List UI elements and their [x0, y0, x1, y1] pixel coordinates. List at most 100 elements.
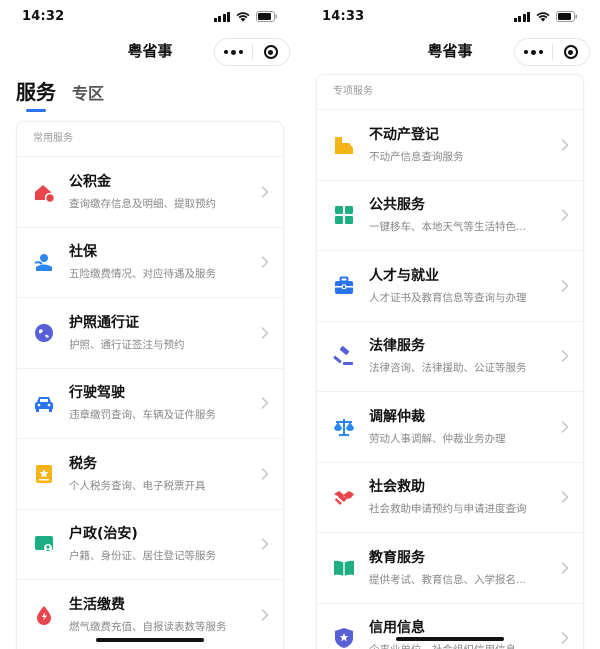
- item-text: 生活缴费燃气缴费充值、自报读表数等服务: [69, 594, 253, 636]
- status-icons: [213, 11, 279, 22]
- list-item[interactable]: 教育服务提供考试、教育信息、入学报名...: [317, 533, 583, 604]
- social-security-icon: [33, 251, 55, 273]
- list-item[interactable]: 行驶驾驶违章缴罚查询、车辆及证件服务: [17, 369, 283, 439]
- item-text: 户政(治安) 户籍、身份证、居住登记等服务: [69, 523, 253, 565]
- list-item[interactable]: 护照通行证 护照、通行证签注与预约: [17, 298, 283, 369]
- item-subtitle: 不动产信息查询服务: [369, 150, 464, 163]
- item-subtitle: 查询缴存信息及明细、提取预约: [69, 197, 216, 210]
- chevron-right-icon: [561, 209, 569, 221]
- list-item[interactable]: 社会救助社会救助申请预约与申请进度查询: [317, 463, 583, 533]
- utility-payment-icon: [33, 604, 55, 626]
- globe-icon: [33, 322, 55, 344]
- chevron-right-icon: [261, 397, 269, 409]
- tab-bar: 服务 专区: [16, 76, 104, 112]
- item-text: 人才与就业 人才证书及教育信息等查询与办理: [369, 265, 553, 307]
- list-item[interactable]: 法律服务 法律咨询、法律援助、公证等服务: [317, 322, 583, 392]
- item-title: 不动产登记: [369, 126, 439, 143]
- item-title: 公积金: [69, 173, 111, 190]
- battery-icon: [256, 11, 278, 22]
- item-title: 生活缴费: [69, 596, 125, 613]
- item-title: 护照通行证: [69, 314, 139, 331]
- item-title: 法律服务: [369, 338, 425, 355]
- item-title: 调解仲裁: [369, 408, 425, 425]
- tax-icon: [33, 463, 55, 485]
- chevron-right-icon: [561, 632, 569, 644]
- item-text: 法律服务 法律咨询、法律援助、公证等服务: [369, 335, 553, 377]
- item-text: 教育服务提供考试、教育信息、入学报名...: [369, 547, 553, 589]
- close-mini-program-icon[interactable]: [252, 45, 289, 59]
- book-icon: [333, 557, 355, 579]
- card-header: 常用服务: [17, 122, 283, 157]
- special-services-card: 专项服务 不动产登记不动产信息查询服务公共服务一键移车、本地天气等生活特色...…: [316, 74, 584, 649]
- car-icon: [33, 392, 55, 414]
- item-subtitle: 违章缴罚查询、车辆及证件服务: [69, 409, 216, 422]
- chevron-right-icon: [261, 256, 269, 268]
- item-text: 调解仲裁 劳动人事调解、仲裁业务办理: [369, 406, 553, 448]
- list-item[interactable]: 公积金查询缴存信息及明细、提取预约: [17, 157, 283, 228]
- card-header: 专项服务: [317, 75, 583, 110]
- chevron-right-icon: [561, 350, 569, 362]
- list-item[interactable]: 公共服务一键移车、本地天气等生活特色...: [317, 181, 583, 251]
- item-subtitle: 社会救助申请预约与申请进度查询: [369, 503, 527, 516]
- item-text: 税务个人税务查询、电子税票开具: [69, 453, 253, 495]
- item-title: 行驶驾驶: [69, 385, 125, 402]
- item-subtitle: 个人税务查询、电子税票开具: [69, 479, 206, 492]
- list-item[interactable]: 信用信息企事业单位、社会组织信用信息...: [317, 604, 583, 649]
- chevron-right-icon: [261, 538, 269, 550]
- list-item[interactable]: 调解仲裁 劳动人事调解、仲裁业务办理: [317, 392, 583, 463]
- tab-special-zone[interactable]: 专区: [72, 80, 104, 105]
- household-icon: [33, 533, 55, 555]
- item-text: 护照通行证 护照、通行证签注与预约: [69, 312, 253, 354]
- status-time: 14:32: [22, 9, 65, 24]
- nav-bar: 粤省事: [300, 36, 600, 66]
- handshake-icon: [333, 486, 355, 508]
- battery-icon: [556, 11, 578, 22]
- item-title: 社会救助: [369, 479, 425, 496]
- list-item[interactable]: 不动产登记不动产信息查询服务: [317, 110, 583, 181]
- item-title: 教育服务: [369, 549, 425, 566]
- close-mini-program-icon[interactable]: [552, 45, 589, 59]
- item-subtitle: 人才证书及教育信息等查询与办理: [369, 291, 527, 304]
- chevron-right-icon: [561, 280, 569, 292]
- real-estate-icon: [333, 134, 355, 156]
- grid-icon: [333, 204, 355, 226]
- chevron-right-icon: [261, 327, 269, 339]
- wifi-icon: [236, 11, 250, 22]
- item-subtitle: 一键移车、本地天气等生活特色...: [369, 221, 527, 234]
- chevron-right-icon: [561, 562, 569, 574]
- tab-services[interactable]: 服务: [16, 76, 56, 112]
- scales-icon: [333, 416, 355, 438]
- right-screen: 14:33 粤省事 专项服务 不动产登记不动产信息查询服务公共服务一键移车、本地…: [300, 0, 600, 649]
- home-indicator: [396, 637, 504, 641]
- home-indicator: [96, 638, 204, 642]
- item-title: 公共服务: [369, 197, 425, 214]
- item-subtitle: 企事业单位、社会组织信用信息...: [369, 641, 553, 649]
- list-item[interactable]: 人才与就业 人才证书及教育信息等查询与办理: [317, 251, 583, 322]
- item-text: 公共服务一键移车、本地天气等生活特色...: [369, 194, 553, 236]
- list-item[interactable]: 户政(治安) 户籍、身份证、居住登记等服务: [17, 510, 283, 580]
- item-text: 行驶驾驶违章缴罚查询、车辆及证件服务: [69, 382, 253, 424]
- house-fund-icon: [33, 181, 55, 203]
- wifi-icon: [536, 11, 550, 22]
- list-item[interactable]: 税务个人税务查询、电子税票开具: [17, 439, 283, 510]
- mini-program-capsule: [514, 38, 590, 66]
- signal-icon: [213, 11, 230, 22]
- briefcase-icon: [333, 275, 355, 297]
- list-item[interactable]: 社保 五险缴费情况、对应待遇及服务: [17, 228, 283, 298]
- status-bar: 14:33: [300, 0, 600, 34]
- credit-shield-icon: [333, 627, 355, 649]
- item-subtitle: 燃气缴费充值、自报读表数等服务: [69, 620, 227, 633]
- more-icon[interactable]: [215, 49, 252, 55]
- left-screen: 14:32 粤省事 服务 专区 常用服务 公积金 查询缴存信息及明细、提取预约 社保…: [0, 0, 300, 649]
- item-title: 社保: [69, 244, 97, 261]
- signal-icon: [513, 11, 530, 22]
- item-text: 社会救助社会救助申请预约与申请进度查询: [369, 476, 553, 518]
- more-icon[interactable]: [515, 49, 552, 55]
- status-time: 14:33: [322, 9, 365, 24]
- item-subtitle: 提供考试、教育信息、入学报名...: [369, 573, 527, 586]
- gavel-icon: [333, 345, 355, 367]
- chevron-right-icon: [261, 468, 269, 480]
- chevron-right-icon: [261, 609, 269, 621]
- item-title: 税务: [69, 455, 97, 472]
- chevron-right-icon: [261, 186, 269, 198]
